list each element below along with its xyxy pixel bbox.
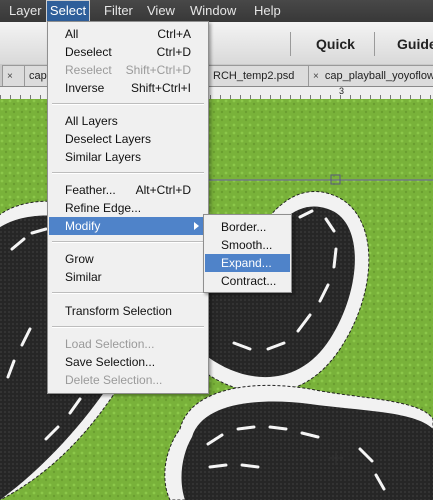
- submenu-arrow-icon: [194, 222, 199, 230]
- menu-filter[interactable]: Filter: [98, 0, 139, 22]
- guided-mode-button[interactable]: Guide: [397, 36, 433, 52]
- menu-item-inverse[interactable]: Inverse Shift+Ctrl+I: [49, 79, 207, 97]
- submenu-item-border[interactable]: Border...: [205, 218, 290, 236]
- menu-item-reselect: Reselect Shift+Ctrl+D: [65, 63, 191, 77]
- menu-item-load-selection: Load Selection...: [65, 337, 155, 351]
- menu-item-modify[interactable]: Modify: [49, 217, 207, 235]
- menu-window[interactable]: Window: [184, 0, 242, 22]
- menu-item-save-selection[interactable]: Save Selection...: [49, 353, 207, 371]
- menu-item-all-layers[interactable]: All Layers: [49, 112, 207, 130]
- menu-divider: [52, 326, 204, 328]
- submenu-item-contract[interactable]: Contract...: [205, 272, 290, 290]
- menu-item-grow[interactable]: Grow: [49, 250, 207, 268]
- menu-item-deselect[interactable]: Deselect Ctrl+D: [49, 43, 207, 61]
- close-icon[interactable]: ×: [7, 71, 13, 82]
- menu-help[interactable]: Help: [248, 0, 287, 22]
- menu-select[interactable]: Select: [46, 0, 90, 22]
- menu-bar: Layer Select Filter View Window Help: [0, 0, 433, 22]
- select-menu: All Ctrl+A Deselect Ctrl+D Reselect Shift+C…: [47, 21, 209, 394]
- tab-label: RCH_temp2.psd: [213, 70, 295, 82]
- submenu-item-expand[interactable]: Expand...: [205, 254, 290, 272]
- submenu-item-smooth[interactable]: Smooth...: [205, 236, 290, 254]
- toolbar-divider: [290, 32, 291, 56]
- menu-view[interactable]: View: [141, 0, 181, 22]
- menu-divider: [52, 241, 204, 243]
- menu-item-delete-selection: Delete Selection...: [65, 373, 163, 387]
- menu-item-refine-edge[interactable]: Refine Edge...: [49, 199, 207, 217]
- menu-divider: [52, 103, 204, 105]
- menu-item-all[interactable]: All Ctrl+A: [49, 25, 207, 43]
- document-tab[interactable]: RCH_temp2.psd: [208, 65, 316, 86]
- tab-label: cap_playball_yoyoflow: [324, 70, 433, 82]
- close-icon[interactable]: ×: [313, 71, 319, 82]
- menu-divider: [52, 172, 204, 174]
- menu-divider: [52, 292, 204, 294]
- menu-layer[interactable]: Layer: [3, 0, 48, 22]
- modify-submenu: Border... Smooth... Expand... Contract..…: [203, 214, 292, 293]
- quick-mode-button[interactable]: Quick: [316, 36, 355, 52]
- document-tab-active[interactable]: × cap_playball_yoyoflow: [308, 65, 433, 86]
- menu-item-deselect-layers[interactable]: Deselect Layers: [49, 130, 207, 148]
- menu-item-similar-layers[interactable]: Similar Layers: [49, 148, 207, 166]
- ruler-label: 3: [339, 86, 345, 96]
- menu-item-feather[interactable]: Feather... Alt+Ctrl+D: [49, 181, 207, 199]
- menu-item-transform-selection[interactable]: Transform Selection: [49, 302, 207, 320]
- toolbar-divider: [374, 32, 375, 56]
- menu-item-similar[interactable]: Similar: [49, 268, 207, 286]
- tab-label: cap: [29, 70, 47, 82]
